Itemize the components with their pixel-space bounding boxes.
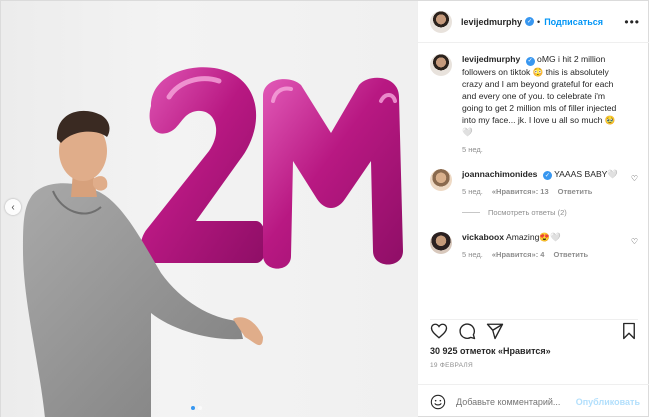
avatar[interactable] xyxy=(430,232,452,254)
comment-text: Amazing😍🤍 xyxy=(505,232,561,242)
verified-icon: ✓ xyxy=(542,171,552,180)
divider xyxy=(462,212,480,213)
more-icon[interactable]: ••• xyxy=(624,15,640,29)
comment-username[interactable]: vickaboox xyxy=(462,232,504,242)
verified-icon: ✓ xyxy=(525,56,535,66)
header-separator: • xyxy=(537,16,541,27)
instagram-post: ‹ levijedmurphy ✓ • Подписаться ••• levi… xyxy=(0,0,649,417)
heart-icon[interactable]: ♡ xyxy=(631,237,638,246)
comment-time[interactable]: 5 нед. xyxy=(462,249,483,261)
carousel-dots xyxy=(191,406,202,410)
header-username[interactable]: levijedmurphy xyxy=(461,17,522,27)
comment-username[interactable]: joannachimonides xyxy=(462,169,537,179)
caption-text: oMG i hit 2 million followers on tiktok … xyxy=(462,54,617,137)
comment-input[interactable] xyxy=(456,396,576,407)
comment-text: YAAAS BABY🤍 xyxy=(554,168,619,179)
avatar[interactable] xyxy=(430,10,452,33)
photo-illustration xyxy=(23,67,403,417)
reply-button[interactable]: Ответить xyxy=(553,249,588,261)
carousel-dot xyxy=(191,406,195,410)
heart-icon[interactable]: ♡ xyxy=(631,174,638,183)
carousel-dot xyxy=(198,406,202,410)
comment-likes[interactable]: «Нравится»: 4 xyxy=(492,249,545,261)
view-replies-button[interactable]: Посмотреть ответы (2) xyxy=(462,208,638,217)
balloon-2 xyxy=(140,67,267,264)
view-replies-label: Посмотреть ответы (2) xyxy=(488,208,567,217)
action-bar xyxy=(430,319,638,341)
verified-icon: ✓ xyxy=(525,17,535,26)
emoji-icon[interactable] xyxy=(430,394,446,410)
like-count[interactable]: 30 925 отметок «Нравится» xyxy=(430,346,551,356)
post-header: levijedmurphy ✓ • Подписаться ••• xyxy=(418,1,649,43)
add-comment-bar: Опубликовать xyxy=(418,384,649,417)
balloon-m xyxy=(263,77,403,269)
bookmark-icon[interactable] xyxy=(620,322,638,340)
avatar[interactable] xyxy=(430,54,452,76)
post-photo[interactable]: ‹ xyxy=(1,1,417,417)
comment-time[interactable]: 5 нед. xyxy=(462,186,483,198)
prev-arrow-icon[interactable]: ‹ xyxy=(5,199,21,215)
comment-likes[interactable]: «Нравится»: 13 xyxy=(492,186,549,198)
caption-time[interactable]: 5 нед. xyxy=(462,144,483,156)
list-item: joannachimonides ✓ YAAAS BABY🤍 5 нед. «Н… xyxy=(430,168,638,199)
post-date[interactable]: 19 ФЕВРАЛЯ xyxy=(430,362,473,369)
comments-list[interactable]: levijedmurphy ✓ oMG i hit 2 million foll… xyxy=(418,53,649,315)
share-icon[interactable] xyxy=(486,322,504,340)
follow-button[interactable]: Подписаться xyxy=(544,17,603,27)
caption-username[interactable]: levijedmurphy xyxy=(462,54,520,64)
person-hoodie xyxy=(23,183,243,417)
post-button[interactable]: Опубликовать xyxy=(576,397,640,407)
list-item: vickaboox Amazing😍🤍 5 нед. «Нравится»: 4… xyxy=(430,231,638,261)
comment-icon[interactable] xyxy=(458,322,476,340)
reply-button[interactable]: Ответить xyxy=(558,186,593,198)
caption: levijedmurphy ✓ oMG i hit 2 million foll… xyxy=(430,53,638,156)
post-panel: levijedmurphy ✓ • Подписаться ••• levije… xyxy=(417,1,649,417)
avatar[interactable] xyxy=(430,168,452,191)
heart-icon[interactable] xyxy=(430,322,448,340)
